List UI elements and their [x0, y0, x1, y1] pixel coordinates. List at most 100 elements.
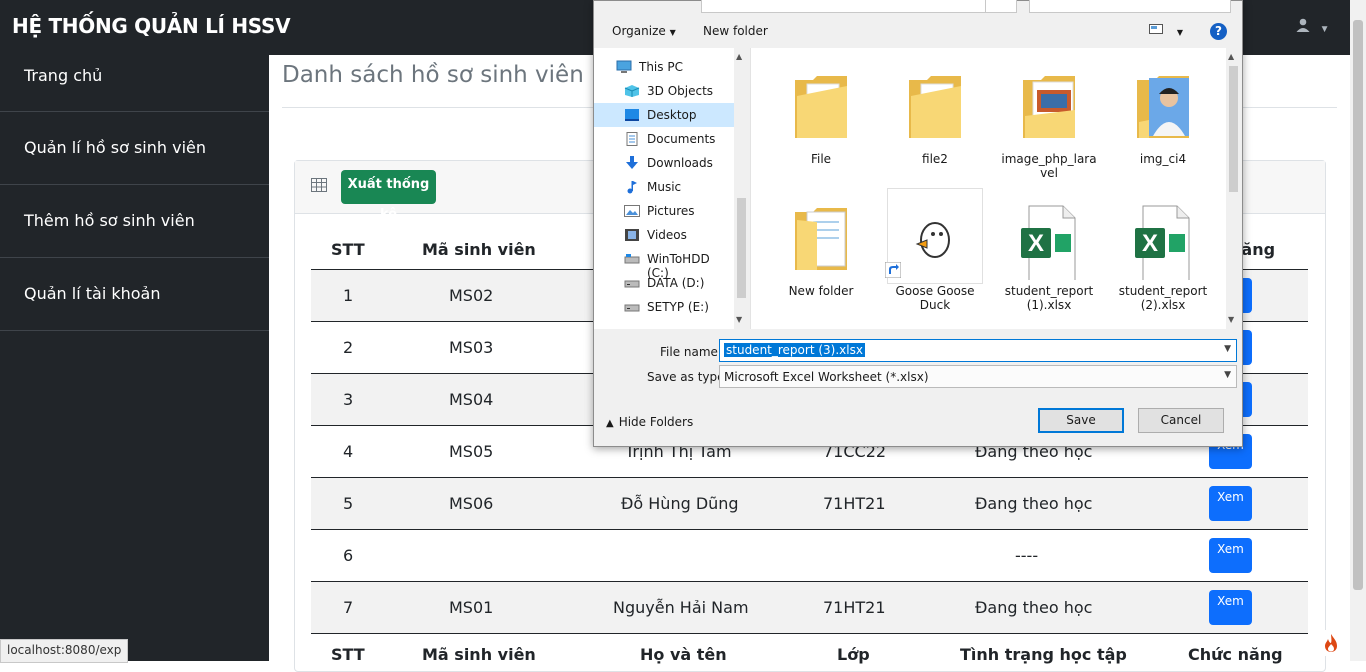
page-title: Danh sách hồ sơ sinh viên: [282, 62, 584, 88]
nav-label: SETYP (E:): [647, 300, 709, 314]
footer-header-name: Họ và tên: [640, 645, 727, 664]
cell-stt: 5: [343, 494, 354, 513]
cell-student-id: MS02: [449, 286, 494, 305]
view-icon: [1149, 24, 1163, 34]
nav-label: This PC: [639, 60, 683, 74]
music-icon: [627, 181, 637, 194]
scrollbar-thumb[interactable]: [1229, 66, 1238, 192]
view-button[interactable]: Xem: [1209, 538, 1252, 573]
chevron-down-icon: ▼: [669, 28, 676, 37]
sidebar-item-accounts[interactable]: Quản lí tài khoản: [0, 258, 269, 331]
export-button[interactable]: Xuất thống kê: [341, 170, 436, 222]
sidebar-item-label: Trang chủ: [24, 66, 103, 85]
file-pane-scrollbar[interactable]: ▲ ▼: [1226, 48, 1241, 329]
cell-status: ----: [1015, 546, 1039, 565]
cell-student-id: MS04: [449, 390, 494, 409]
nav-item-this-pc[interactable]: This PC: [594, 55, 734, 79]
app-title[interactable]: HỆ THỐNG QUẢN LÍ HSSV: [12, 14, 291, 38]
nav-item-drive-e[interactable]: SETYP (E:): [594, 295, 734, 319]
videos-icon: [625, 229, 639, 241]
scroll-down-icon[interactable]: ▼: [1228, 315, 1234, 324]
address-bar[interactable]: [701, 0, 987, 13]
nav-item-3d-objects[interactable]: 3D Objects: [594, 79, 734, 103]
sidebar-item-manage-profiles[interactable]: Quản lí hồ sơ sinh viên: [0, 112, 269, 185]
nav-scrollbar[interactable]: ▲ ▼: [734, 48, 749, 329]
refresh-button[interactable]: [985, 0, 1017, 13]
scroll-up-icon[interactable]: ▲: [736, 52, 742, 61]
flame-icon[interactable]: [1318, 630, 1344, 656]
sidebar-item-add-profile[interactable]: Thêm hồ sơ sinh viên: [0, 185, 269, 258]
scroll-down-icon[interactable]: ▼: [736, 315, 742, 324]
cell-student-id: MS03: [449, 338, 494, 357]
file-label: file2: [922, 152, 948, 166]
user-icon: [1296, 18, 1310, 32]
cell-student-id: MS01: [449, 598, 494, 617]
scroll-up-icon[interactable]: ▲: [1228, 52, 1234, 61]
nav-item-documents[interactable]: Documents: [594, 127, 734, 151]
chevron-down-icon[interactable]: ▼: [1224, 344, 1231, 354]
nav-label: DATA (D:): [647, 276, 705, 290]
help-button[interactable]: ?: [1210, 23, 1227, 40]
nav-label: Videos: [647, 228, 687, 242]
nav-label: Desktop: [647, 108, 697, 122]
file-tile[interactable]: img_ci4: [1113, 54, 1213, 184]
view-button[interactable]: Xem: [1209, 486, 1252, 521]
chevron-down-icon: ▼: [1176, 28, 1183, 37]
file-tile[interactable]: X student_report (2).xlsx: [1113, 186, 1213, 316]
nav-item-drive-d[interactable]: DATA (D:): [594, 271, 734, 295]
user-menu[interactable]: ▼: [1296, 18, 1330, 35]
cell-stt: 7: [343, 598, 354, 617]
nav-label: Downloads: [647, 156, 713, 170]
chevron-up-icon: ▲: [606, 418, 614, 429]
pc-icon: [616, 60, 632, 73]
column-header-stt: STT: [331, 240, 365, 259]
hide-folders-toggle[interactable]: ▲ Hide Folders: [606, 415, 693, 429]
nav-item-downloads[interactable]: Downloads: [594, 151, 734, 175]
drive-icon: [624, 280, 640, 288]
sidebar-item-label: Quản lí hồ sơ sinh viên: [24, 138, 207, 157]
cell-full-name: Nguyễn Hải Nam: [613, 598, 749, 617]
cell-student-id: MS05: [449, 442, 494, 461]
nav-label: Pictures: [647, 204, 695, 218]
save-type-select[interactable]: Microsoft Excel Worksheet (*.xlsx) ▼: [719, 365, 1237, 388]
cube-icon: [624, 85, 640, 97]
view-button[interactable]: Xem: [1209, 590, 1252, 625]
file-tile[interactable]: File: [771, 54, 871, 184]
sidebar-item-home[interactable]: Trang chủ: [0, 55, 269, 112]
organize-button[interactable]: Organize ▼: [612, 24, 676, 38]
search-box[interactable]: [1029, 0, 1231, 13]
table-row: 6 ---- Xem: [311, 529, 1308, 581]
page-scrollbar[interactable]: [1350, 0, 1366, 661]
footer-header-class: Lớp: [837, 645, 870, 664]
cell-status: Đang theo học: [975, 598, 1093, 617]
file-label: student_report (1).xlsx: [1004, 284, 1094, 312]
cell-full-name: Đỗ Hùng Dũng: [621, 494, 739, 513]
pictures-icon: [624, 205, 640, 217]
scrollbar-thumb[interactable]: [1353, 20, 1363, 590]
scrollbar-thumb[interactable]: [737, 198, 746, 298]
sidebar-item-label: Thêm hồ sơ sinh viên: [24, 211, 195, 230]
file-label: student_report (2).xlsx: [1118, 284, 1208, 312]
new-folder-button[interactable]: New folder: [703, 24, 768, 38]
nav-item-pictures[interactable]: Pictures: [594, 199, 734, 223]
nav-item-music[interactable]: Music: [594, 175, 734, 199]
save-button[interactable]: Save: [1038, 408, 1124, 433]
nav-item-drive-c[interactable]: WinToHDD (C:): [594, 247, 734, 280]
file-tile[interactable]: image_php_laravel: [999, 54, 1099, 184]
download-icon: [626, 156, 638, 169]
file-tile[interactable]: file2: [885, 54, 985, 184]
nav-item-desktop[interactable]: Desktop: [594, 103, 734, 127]
file-name-input[interactable]: student_report (3).xlsx ▼: [719, 339, 1237, 362]
table-footer-rule: [311, 633, 1308, 634]
file-tile[interactable]: New folder: [771, 186, 871, 316]
address-bar-area: [594, 0, 1242, 13]
save-type-value: Microsoft Excel Worksheet (*.xlsx): [724, 370, 929, 384]
cancel-button[interactable]: Cancel: [1138, 408, 1224, 433]
excel-icon: X: [1135, 205, 1190, 280]
view-options-button[interactable]: ▼: [1149, 23, 1183, 38]
nav-item-videos[interactable]: Videos: [594, 223, 734, 247]
file-tile[interactable]: X student_report (1).xlsx: [999, 186, 1099, 316]
cell-class: 71HT21: [823, 598, 886, 617]
chevron-down-icon: ▼: [1224, 370, 1231, 380]
file-tile[interactable]: Goose Goose Duck: [885, 186, 985, 316]
